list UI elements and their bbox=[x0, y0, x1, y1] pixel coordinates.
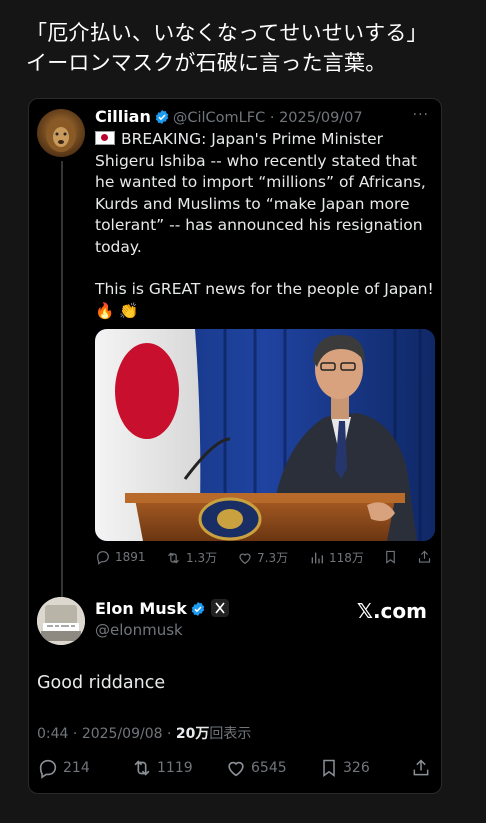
main-like-button[interactable]: 6545 bbox=[225, 757, 287, 779]
main-bookmark-button[interactable]: 326 bbox=[319, 757, 370, 779]
main-author-name[interactable]: Elon Musk bbox=[95, 599, 187, 618]
quoted-text-paragraph-2: This is GREAT news for the people of Jap… bbox=[95, 280, 434, 298]
quoted-post-text: BREAKING: Japan's Prime Minister Shigeru… bbox=[95, 129, 435, 322]
post-card: Cillian @CilComLFC · 2025/09/07 ··· BREAK… bbox=[28, 98, 442, 794]
headline-line-2: イーロンマスクが石破に言った言葉。 bbox=[26, 51, 387, 75]
main-post-header: Elon Musk bbox=[95, 599, 229, 621]
meta-separator: · bbox=[162, 726, 176, 742]
main-reply-count: 214 bbox=[63, 760, 90, 776]
main-post-actions: 214 1119 6545 326 bbox=[37, 757, 433, 785]
verified-badge-icon bbox=[190, 601, 206, 621]
reply-icon bbox=[37, 757, 59, 779]
x-affiliate-icon bbox=[210, 599, 229, 617]
like-icon bbox=[225, 757, 247, 779]
main-like-count: 6545 bbox=[251, 760, 287, 776]
quoted-post-actions: 1891 1.3万 7.3万 118万 bbox=[95, 549, 435, 571]
quoted-author-name[interactable]: Cillian bbox=[95, 107, 151, 126]
headline-line-1: 「厄介払い、いなくなってせいせいする」 bbox=[26, 21, 428, 45]
share-icon bbox=[411, 757, 431, 779]
like-icon bbox=[237, 550, 253, 566]
share-icon bbox=[417, 549, 432, 565]
quoted-like-count: 7.3万 bbox=[257, 551, 289, 565]
quoted-share-button[interactable] bbox=[417, 549, 432, 565]
views-icon bbox=[309, 550, 325, 566]
bookmark-icon bbox=[383, 549, 398, 565]
main-post-text: Good riddance bbox=[37, 673, 166, 693]
quoted-text-paragraph-1: BREAKING: Japan's Prime Minister Shigeru… bbox=[95, 130, 426, 256]
headline: 「厄介払い、いなくなってせいせいする」 イーロンマスクが石破に言った言葉。 bbox=[26, 18, 466, 78]
quoted-author-handle[interactable]: @CilComLFC bbox=[173, 110, 265, 126]
main-repost-button[interactable]: 1119 bbox=[131, 757, 193, 779]
main-post-meta: 0:44 · 2025/09/08 · 20万回表示 bbox=[37, 723, 251, 743]
quoted-like-button[interactable]: 7.3万 bbox=[237, 549, 288, 566]
quoted-views-count: 118万 bbox=[329, 551, 364, 565]
bookmark-icon bbox=[319, 757, 339, 779]
main-views-label: 回表示 bbox=[209, 726, 252, 742]
quoted-reply-count: 1891 bbox=[115, 550, 146, 564]
main-share-button[interactable] bbox=[411, 757, 431, 779]
quoted-text-emojis: 🔥 👏 bbox=[95, 301, 139, 320]
quoted-post-header: Cillian @CilComLFC · 2025/09/07 bbox=[95, 107, 363, 129]
reply-icon bbox=[95, 549, 111, 565]
japan-flag-icon bbox=[95, 131, 115, 145]
main-reply-button[interactable]: 214 bbox=[37, 757, 90, 779]
main-post-date[interactable]: 2025/09/08 bbox=[82, 726, 163, 742]
repost-icon bbox=[165, 550, 182, 566]
quoted-date-separator: · bbox=[265, 110, 280, 126]
main-post-time[interactable]: 0:44 bbox=[37, 726, 68, 742]
meta-separator: · bbox=[68, 726, 82, 742]
verified-badge-icon bbox=[154, 109, 170, 129]
main-author-avatar[interactable] bbox=[37, 597, 85, 645]
more-icon[interactable]: ··· bbox=[413, 107, 429, 123]
quoted-repost-count: 1.3万 bbox=[186, 551, 218, 565]
thread-line bbox=[61, 161, 63, 637]
main-bookmark-count: 326 bbox=[343, 760, 370, 776]
main-author-handle[interactable]: @elonmusk bbox=[95, 621, 183, 639]
x-brand-logo: 𝕏.com bbox=[356, 599, 427, 623]
main-views-count: 20万 bbox=[175, 726, 210, 742]
quoted-post-date[interactable]: 2025/09/07 bbox=[279, 110, 363, 126]
quoted-reply-button[interactable]: 1891 bbox=[95, 549, 146, 565]
quoted-views-button[interactable]: 118万 bbox=[309, 549, 364, 566]
quoted-post-photo[interactable] bbox=[95, 329, 435, 541]
quoted-bookmark-button[interactable] bbox=[383, 549, 398, 565]
main-repost-count: 1119 bbox=[157, 760, 193, 776]
quoted-repost-button[interactable]: 1.3万 bbox=[165, 549, 217, 566]
repost-icon bbox=[131, 757, 153, 779]
quoted-author-avatar[interactable] bbox=[37, 109, 85, 157]
